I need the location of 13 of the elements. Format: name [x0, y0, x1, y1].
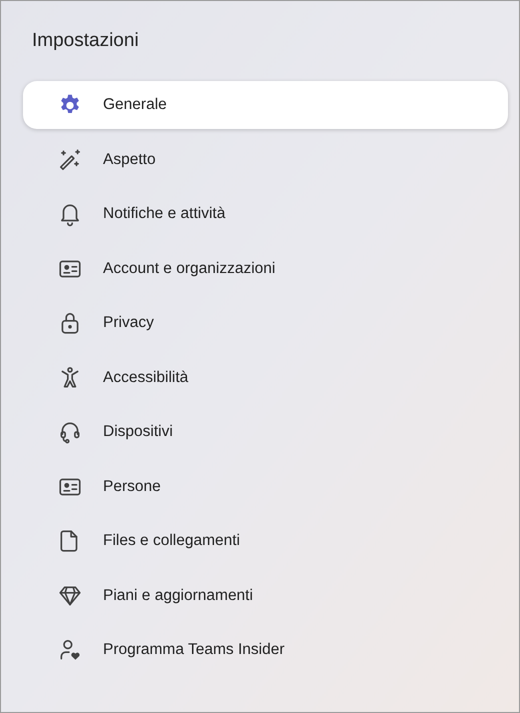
- settings-nav-item[interactable]: Accessibilità: [23, 354, 508, 402]
- settings-title: Impostazioni: [32, 29, 140, 53]
- settings-nav-item[interactable]: Privacy: [23, 299, 508, 347]
- settings-nav-item[interactable]: Programma Teams Insider: [23, 626, 508, 674]
- settings-nav-item[interactable]: Generale: [23, 81, 508, 129]
- magic-wand-icon: [57, 146, 83, 172]
- settings-nav-item[interactable]: Aspetto: [23, 136, 508, 184]
- settings-nav-item[interactable]: Dispositivi: [23, 408, 508, 456]
- settings-nav-item[interactable]: Files e collegamenti: [23, 517, 508, 565]
- settings-nav-item[interactable]: Notifiche e attività: [23, 190, 508, 238]
- settings-nav-item[interactable]: Persone: [23, 462, 508, 510]
- settings-nav-item[interactable]: Account e organizzazioni: [23, 244, 508, 292]
- settings-nav-item[interactable]: Piani e aggiornamenti: [23, 572, 508, 620]
